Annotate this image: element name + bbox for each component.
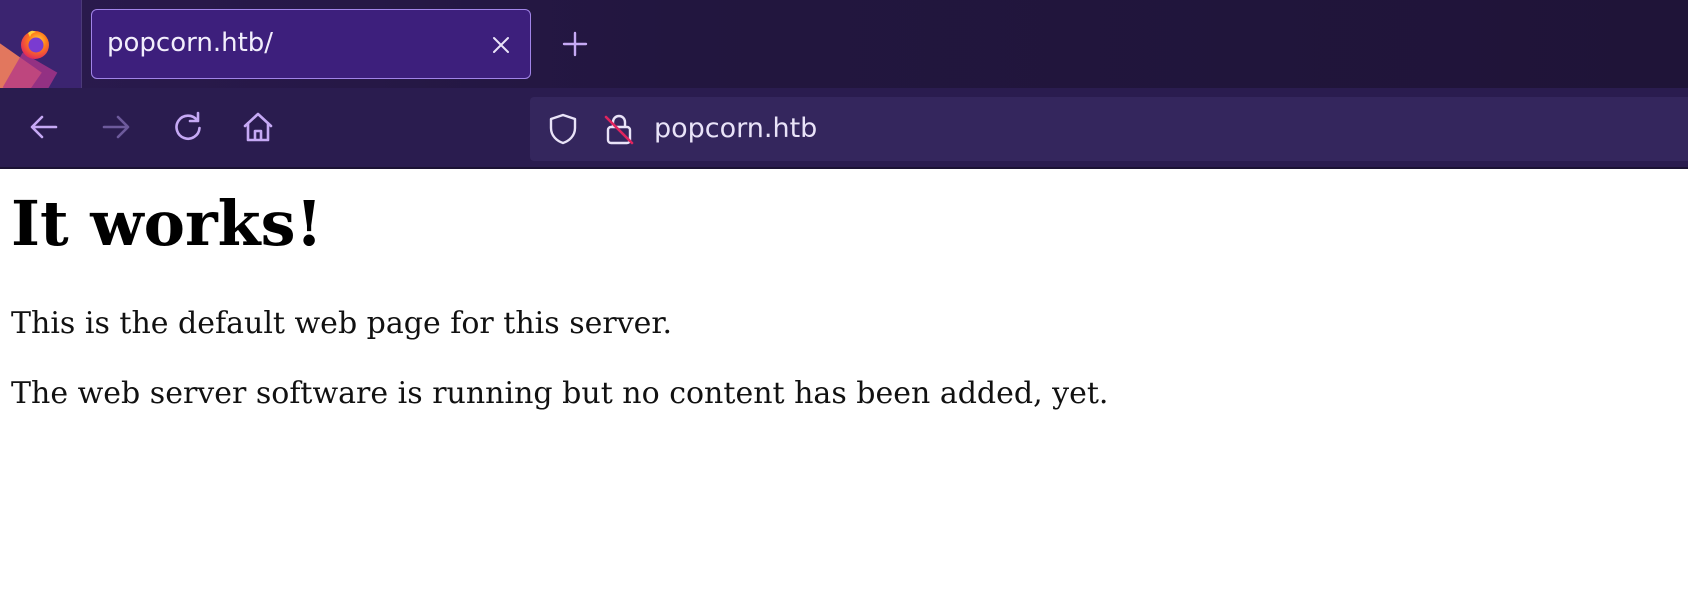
close-icon[interactable] <box>490 34 512 56</box>
url-text: popcorn.htb <box>654 113 818 144</box>
arrow-left-icon[interactable] <box>26 109 62 145</box>
nav-toolbar: popcorn.htb <box>0 88 1688 169</box>
insecure-lock-icon[interactable] <box>602 111 636 147</box>
paragraph-server-running: The web server software is running but n… <box>11 376 1109 411</box>
plus-icon[interactable] <box>561 30 589 58</box>
browser-chrome: popcorn.htb/ popcorn.htb <box>0 0 1688 169</box>
home-icon[interactable] <box>240 109 276 145</box>
tab-title: popcorn.htb/ <box>107 28 274 58</box>
tab-bar: popcorn.htb/ <box>0 0 1688 88</box>
firefox-menu-area[interactable] <box>0 0 82 88</box>
shield-icon[interactable] <box>546 112 580 146</box>
firefox-icon[interactable] <box>18 27 52 61</box>
divider <box>81 0 82 88</box>
address-bar[interactable]: popcorn.htb <box>530 97 1688 161</box>
reload-icon[interactable] <box>170 109 206 145</box>
tab-active[interactable]: popcorn.htb/ <box>91 9 531 79</box>
web-page-content: It works! This is the default web page f… <box>0 170 1688 614</box>
page-heading: It works! <box>11 187 323 260</box>
arrow-right-icon[interactable] <box>98 109 134 145</box>
paragraph-default-page: This is the default web page for this se… <box>11 306 672 341</box>
